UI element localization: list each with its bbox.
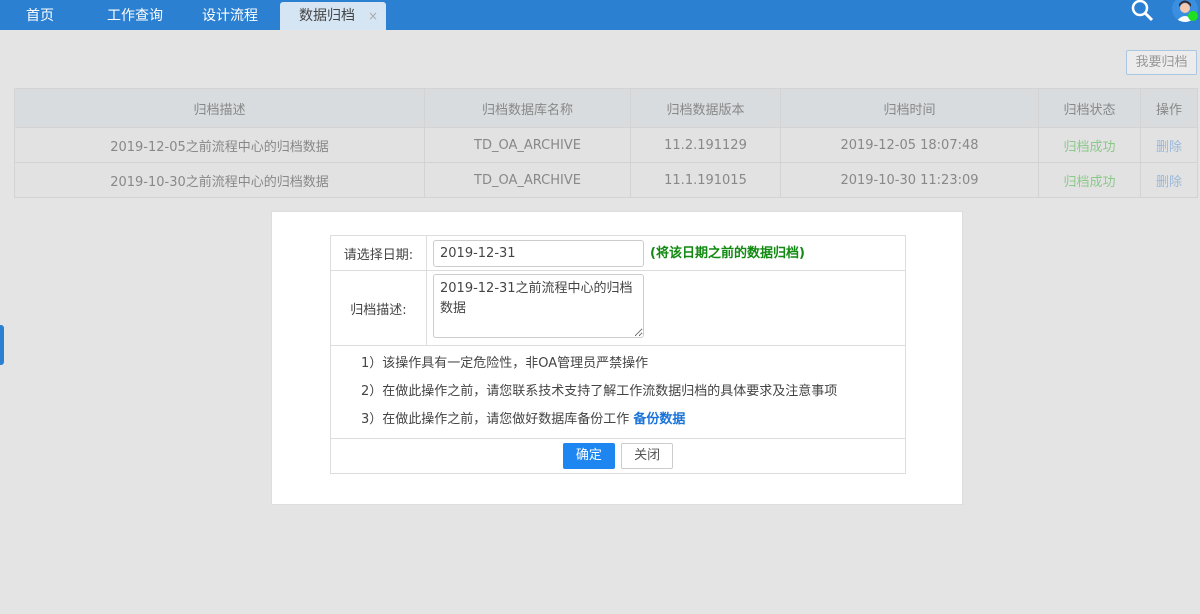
archive-button[interactable]: 我要归档 xyxy=(1126,50,1197,75)
cell-version: 11.2.191129 xyxy=(630,127,781,163)
warning-2: 2）在做此操作之前，请您联系技术支持了解工作流数据归档的具体要求及注意事项 xyxy=(361,384,838,399)
close-icon[interactable]: × xyxy=(368,2,378,30)
col-status: 归档状态 xyxy=(1038,88,1141,128)
cell-time: 2019-12-05 18:07:48 xyxy=(780,127,1039,163)
col-description: 归档描述 xyxy=(14,88,425,128)
description-textarea[interactable]: 2019-12-31之前流程中心的归档数据 xyxy=(433,274,644,338)
col-version: 归档数据版本 xyxy=(630,88,781,128)
backup-data-link[interactable]: 备份数据 xyxy=(633,412,685,427)
cell-db-name: TD_OA_ARCHIVE xyxy=(424,127,631,163)
sidebar-toggle[interactable] xyxy=(0,325,4,365)
cell-time: 2019-10-30 11:23:09 xyxy=(780,162,1039,198)
cell-db-name: TD_OA_ARCHIVE xyxy=(424,162,631,198)
tab-home[interactable]: 首页 xyxy=(14,0,66,30)
table-header: 归档描述 归档数据库名称 归档数据版本 归档时间 归档状态 操作 xyxy=(14,88,1198,128)
cell-description: 2019-10-30之前流程中心的归档数据 xyxy=(14,162,425,198)
delete-link[interactable]: 删除 xyxy=(1140,127,1198,163)
col-action: 操作 xyxy=(1140,88,1198,128)
warning-1: 1）该操作具有一定危险性，非OA管理员严禁操作 xyxy=(361,356,649,371)
warning-notes: 1）该操作具有一定危险性，非OA管理员严禁操作 2）在做此操作之前，请您联系技术… xyxy=(330,345,906,439)
col-db-name: 归档数据库名称 xyxy=(424,88,631,128)
description-label: 归档描述: xyxy=(330,270,427,346)
archive-form: 请选择日期: (将该日期之前的数据归档) 归档描述: 2019-12-31之前流… xyxy=(330,235,906,474)
tab-work-query[interactable]: 工作查询 xyxy=(100,0,170,30)
date-hint: (将该日期之前的数据归档) xyxy=(650,245,805,261)
col-time: 归档时间 xyxy=(780,88,1039,128)
status-badge: 归档成功 xyxy=(1038,127,1141,163)
warning-3-text: 3）在做此操作之前，请您做好数据库备份工作 xyxy=(361,412,634,427)
warning-3: 3）在做此操作之前，请您做好数据库备份工作 备份数据 xyxy=(361,406,905,434)
status-badge: 归档成功 xyxy=(1038,162,1141,198)
archive-table: 归档描述 归档数据库名称 归档数据版本 归档时间 归档状态 操作 2019-12… xyxy=(14,88,1198,198)
cell-description: 2019-12-05之前流程中心的归档数据 xyxy=(14,127,425,163)
search-icon[interactable] xyxy=(1131,0,1155,22)
table-row: 2019-10-30之前流程中心的归档数据 TD_OA_ARCHIVE 11.1… xyxy=(14,162,1198,198)
tab-data-archive[interactable]: 数据归档 × xyxy=(280,2,386,30)
date-label: 请选择日期: xyxy=(330,235,427,271)
date-input[interactable] xyxy=(433,239,644,267)
delete-link[interactable]: 删除 xyxy=(1140,162,1198,198)
archive-dialog: 请选择日期: (将该日期之前的数据归档) 归档描述: 2019-12-31之前流… xyxy=(271,211,963,505)
cell-version: 11.1.191015 xyxy=(630,162,781,198)
online-status-icon xyxy=(1188,11,1198,21)
top-nav-bar: 首页 工作查询 设计流程 数据归档 × xyxy=(0,0,1200,30)
confirm-button[interactable]: 确定 xyxy=(562,443,615,469)
close-button[interactable]: 关闭 xyxy=(621,443,674,469)
table-row: 2019-12-05之前流程中心的归档数据 TD_OA_ARCHIVE 11.2… xyxy=(14,127,1198,163)
tab-design-flow[interactable]: 设计流程 xyxy=(195,0,265,30)
tab-label: 数据归档 xyxy=(299,8,355,24)
